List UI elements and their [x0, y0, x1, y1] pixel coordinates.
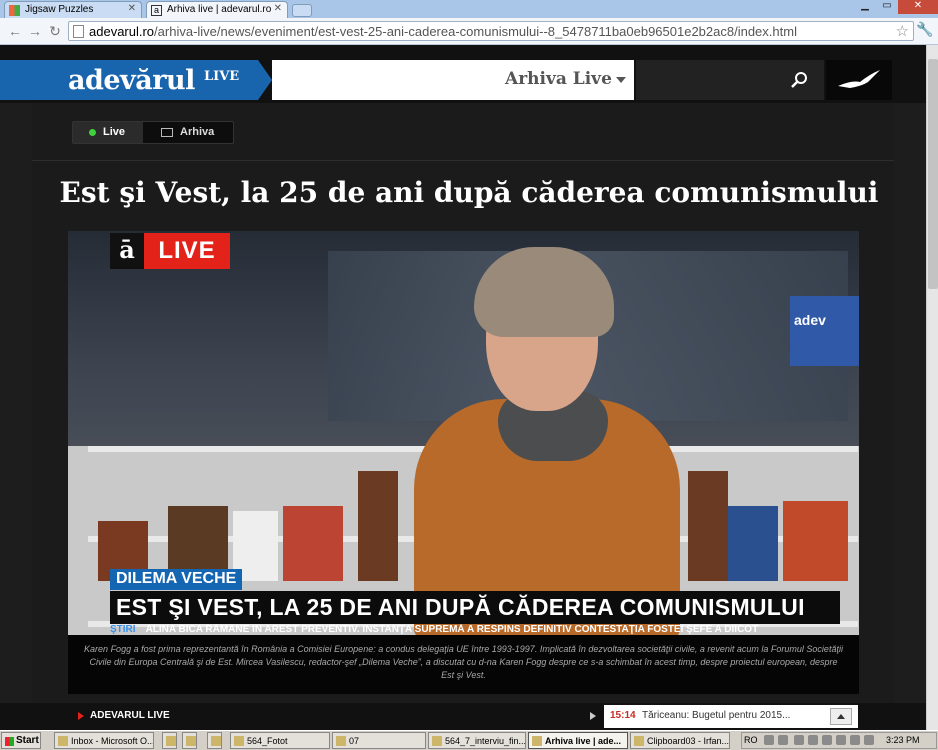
live-badge: ā LIVE — [110, 233, 230, 269]
taskbar-item-irfanview[interactable]: Clipboard03 - Irfan... — [630, 732, 730, 749]
adevarul-a-logo: ā — [110, 233, 144, 269]
books — [358, 471, 398, 581]
taskbar-ie-icon[interactable] — [162, 732, 177, 749]
books — [688, 471, 728, 581]
page-icon — [73, 25, 84, 38]
puzzle-icon — [9, 5, 20, 16]
scrollbar-thumb[interactable] — [928, 59, 938, 289]
article-title: Est şi Vest, la 25 de ani după căderea c… — [59, 176, 879, 209]
address-url: adevarul.ro/arhiva-live/news/eveniment/e… — [89, 24, 797, 39]
wrench-menu-icon[interactable]: 🔧 — [916, 21, 934, 39]
play-icon[interactable] — [590, 712, 596, 720]
tab-label: Jigsaw Puzzles — [25, 4, 94, 15]
browser-toolbar: ← → ↻ adevarul.ro/arhiva-live/news/eveni… — [0, 18, 938, 45]
tray-app-icon[interactable] — [864, 735, 874, 745]
tray-app-icon[interactable] — [778, 735, 788, 745]
logo-arrow-decoration — [258, 60, 272, 100]
back-arrow-icon[interactable]: ← — [6, 22, 24, 40]
show-tag: DILEMA VECHE — [110, 569, 243, 590]
mode-switch: Live Arhiva — [72, 121, 234, 144]
bookmark-star-icon[interactable]: ☆ — [896, 22, 909, 40]
guest-hair — [474, 247, 614, 337]
start-button[interactable]: Start — [1, 732, 41, 749]
help-icon[interactable] — [764, 735, 774, 745]
browser-tab-arhiva[interactable]: a Arhiva live | adevarul.ro ✕ — [146, 1, 288, 18]
studio-screen-logo: adev — [790, 296, 859, 366]
bird-icon — [838, 70, 880, 88]
search-icon[interactable] — [790, 70, 810, 90]
browser-tab-jigsaw[interactable]: Jigsaw Puzzles ✕ — [4, 1, 142, 18]
taskbar-item-chrome[interactable]: Arhiva live | ade... — [528, 732, 628, 749]
tray-app-icon[interactable] — [836, 735, 846, 745]
live-bar-label[interactable]: ADEVARUL LIVE — [90, 710, 170, 721]
taskbar-item-word-doc[interactable]: 564_7_interviu_fin... — [428, 732, 526, 749]
site-logo-live: LIVE — [204, 69, 240, 84]
video-caption: Karen Fogg a fost prima reprezentantă în… — [68, 635, 859, 694]
live-status-dot-icon — [89, 129, 96, 136]
video-player[interactable]: adev ā LIVE DILEMA VECHE EST ŞI VEST, LA… — [68, 231, 859, 694]
live-badge-label: LIVE — [144, 233, 230, 269]
close-tab-icon[interactable]: ✕ — [128, 3, 136, 14]
books — [283, 506, 343, 581]
close-tab-icon[interactable]: ✕ — [274, 3, 282, 14]
archive-mode-button[interactable]: Arhiva — [143, 122, 233, 143]
section-divider — [32, 160, 894, 161]
browser-tab-strip: Jigsaw Puzzles ✕ a Arhiva live | adevaru… — [0, 0, 938, 18]
network-icon[interactable] — [794, 735, 804, 745]
arhiva-live-menu[interactable]: Arhiva Live — [505, 69, 626, 89]
ticker-text: ALINA BICA RĂMÂNE ÎN AREST PREVENTIV. IN… — [145, 624, 759, 634]
lower-third-title: EST ŞI VEST, LA 25 DE ANI DUPĂ CĂDEREA C… — [110, 591, 840, 624]
site-header: adevărul LIVE Arhiva Live — [0, 45, 938, 103]
new-tab-button[interactable] — [292, 4, 312, 17]
news-headline[interactable]: Tăriceanu: Bugetul pentru 2015... — [642, 710, 790, 721]
tray-app-icon[interactable] — [808, 735, 818, 745]
tray-app-icon[interactable] — [850, 735, 860, 745]
books — [728, 506, 778, 581]
page-scrollbar[interactable] — [926, 45, 938, 730]
news-strip[interactable]: 15:14 Tăriceanu: Bugetul pentru 2015... — [604, 705, 858, 728]
address-bar[interactable]: adevarul.ro/arhiva-live/news/eveniment/e… — [68, 21, 914, 41]
taskbar-item-folder-07[interactable]: 07 — [332, 732, 426, 749]
taskbar-explorer-icon[interactable] — [182, 732, 197, 749]
taskbar-item-folder-564[interactable]: 564_Fotot — [230, 732, 330, 749]
volume-icon[interactable] — [822, 735, 832, 745]
taskbar-smiley-icon[interactable] — [207, 732, 222, 749]
news-time: 15:14 — [610, 710, 636, 721]
clock[interactable]: 3:23 PM — [886, 735, 920, 745]
books — [783, 501, 848, 581]
taskbar-item-outlook[interactable]: Inbox - Microsoft O... — [54, 732, 154, 749]
forward-arrow-icon[interactable]: → — [26, 22, 44, 40]
caret-down-icon — [615, 76, 626, 83]
language-indicator[interactable]: RO — [744, 735, 758, 745]
site-logo[interactable]: adevărul — [68, 65, 195, 96]
expand-up-icon[interactable] — [830, 708, 852, 725]
tab-label: Arhiva live | adevarul.ro — [167, 4, 272, 15]
maximize-window-icon[interactable]: ▭ — [876, 0, 898, 14]
news-ticker: ŞTIRI ALINA BICA RĂMÂNE ÎN AREST PREVENTI… — [110, 624, 820, 634]
adevarul-favicon-icon: a — [151, 5, 162, 16]
ticker-label: ŞTIRI — [110, 624, 136, 634]
arrow-right-icon — [78, 712, 84, 720]
windows-taskbar: Start Inbox - Microsoft O... 564_Fotot 0… — [0, 730, 938, 750]
reload-icon[interactable]: ↻ — [46, 22, 64, 40]
close-window-icon[interactable]: ✕ — [898, 0, 938, 14]
live-mode-button[interactable]: Live — [73, 122, 143, 143]
film-icon — [161, 128, 173, 137]
home-button[interactable] — [826, 60, 892, 100]
minimize-window-icon[interactable]: ▁ — [854, 0, 876, 14]
